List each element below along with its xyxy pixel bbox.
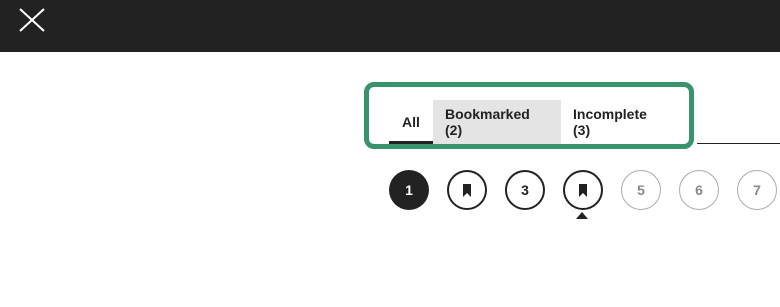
page-dot-6[interactable]: 6: [679, 170, 719, 210]
page-dot-3[interactable]: 3: [505, 170, 545, 210]
page-dot-2[interactable]: [447, 170, 487, 210]
bookmark-icon: [578, 183, 588, 197]
top-bar: [0, 0, 780, 52]
page-dot-7[interactable]: 7: [737, 170, 777, 210]
bookmark-icon: [462, 183, 472, 197]
close-icon: [19, 8, 45, 32]
page-dot-5[interactable]: 5: [621, 170, 661, 210]
tabs-divider: [697, 143, 780, 144]
highlight-frame: [364, 82, 694, 149]
page-dot-1[interactable]: 1: [389, 170, 429, 210]
current-indicator-caret: [576, 212, 588, 219]
page-dot-4[interactable]: [563, 170, 603, 210]
close-button[interactable]: [14, 5, 48, 35]
